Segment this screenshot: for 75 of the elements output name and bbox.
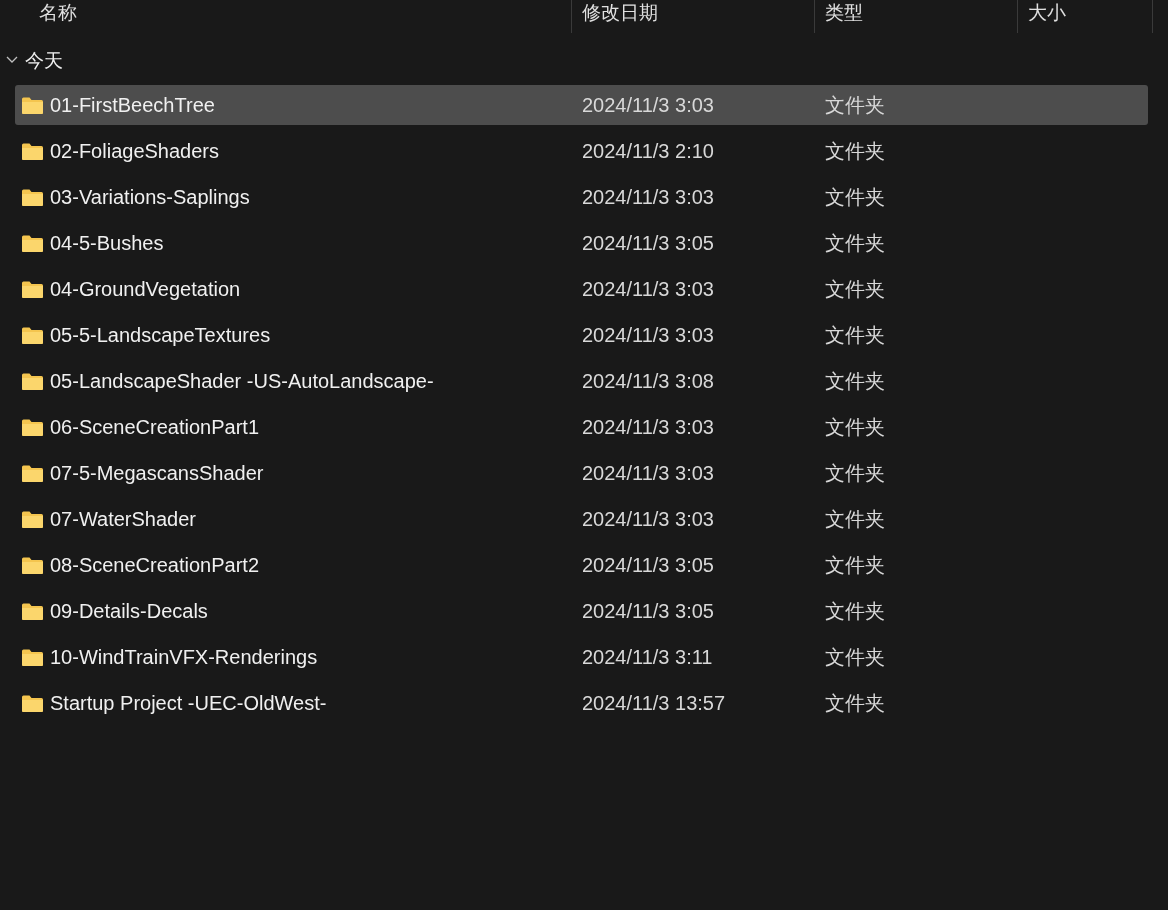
modified-date: 2024/11/3 3:03 [581,415,715,440]
file-name: 07-5-MegascansShader [50,461,264,486]
file-type: 文件夹 [824,414,885,441]
file-type: 文件夹 [824,460,885,487]
file-name: 05-LandscapeShader -US-AutoLandscape- [50,369,434,394]
folder-icon [21,141,44,161]
column-header[interactable]: 类型 [815,0,1018,33]
modified-date: 2024/11/3 3:03 [581,507,715,532]
file-type: 文件夹 [824,276,885,303]
file-name: 08-SceneCreationPart2 [50,553,259,578]
modified-date: 2024/11/3 13:57 [581,691,727,716]
modified-date: 2024/11/3 3:05 [581,231,715,256]
file-name: 10-WindTrainVFX-Renderings [50,645,318,670]
file-name: 03-Variations-Saplings [50,185,250,210]
group-header[interactable]: 今天 [25,45,63,75]
folder-icon [21,647,44,667]
folder-icon [21,693,44,713]
file-row[interactable]: 01-FirstBeechTree 2024/11/3 3:03 文件夹 [15,85,1148,125]
file-row[interactable]: 07-WaterShader 2024/11/3 3:03 文件夹 [15,499,1148,539]
file-row[interactable]: 07-5-MegascansShader 2024/11/3 3:03 文件夹 [15,453,1148,493]
file-type: 文件夹 [824,552,885,579]
file-name: 01-FirstBeechTree [50,93,215,118]
modified-date: 2024/11/3 3:05 [581,553,715,578]
folder-icon [21,325,44,345]
file-name: 04-GroundVegetation [50,277,241,302]
file-name: 05-5-LandscapeTextures [50,323,271,348]
file-row[interactable]: 02-FoliageShaders 2024/11/3 2:10 文件夹 [15,131,1148,171]
file-type: 文件夹 [824,138,885,165]
modified-date: 2024/11/3 3:03 [581,185,715,210]
modified-date: 2024/11/3 3:08 [581,369,715,394]
folder-icon [21,463,44,483]
file-row[interactable]: 08-SceneCreationPart2 2024/11/3 3:05 文件夹 [15,545,1148,585]
folder-icon [21,187,44,207]
folder-icon [21,417,44,437]
file-row[interactable]: 03-Variations-Saplings 2024/11/3 3:03 文件夹 [15,177,1148,217]
file-name: Startup Project -UEC-OldWest- [50,691,327,716]
file-row[interactable]: 04-5-Bushes 2024/11/3 3:05 文件夹 [15,223,1148,263]
folder-icon [21,509,44,529]
file-name: 07-WaterShader [50,507,196,532]
file-name: 02-FoliageShaders [50,139,219,164]
file-type: 文件夹 [824,230,885,257]
file-type: 文件夹 [824,92,885,119]
file-row[interactable]: 09-Details-Decals 2024/11/3 3:05 文件夹 [15,591,1148,631]
modified-date: 2024/11/3 3:03 [581,277,715,302]
file-row[interactable]: 06-SceneCreationPart1 2024/11/3 3:03 文件夹 [15,407,1148,447]
file-type: 文件夹 [824,644,885,671]
file-type: 文件夹 [824,322,885,349]
file-row[interactable]: 05-5-LandscapeTextures 2024/11/3 3:03 文件夹 [15,315,1148,355]
modified-date: 2024/11/3 3:03 [581,93,715,118]
folder-icon [21,95,44,115]
folder-icon [21,601,44,621]
file-row[interactable]: 10-WindTrainVFX-Renderings 2024/11/3 3:11 文件夹 [15,637,1148,677]
file-type: 文件夹 [824,598,885,625]
modified-date: 2024/11/3 3:05 [581,599,715,624]
file-type: 文件夹 [824,506,885,533]
file-type: 文件夹 [824,368,885,395]
file-name: 04-5-Bushes [50,231,164,256]
file-name: 06-SceneCreationPart1 [50,415,259,440]
column-header[interactable]: 修改日期 [572,0,815,33]
modified-date: 2024/11/3 2:10 [581,139,715,164]
folder-icon [21,555,44,575]
file-type: 文件夹 [824,690,885,717]
modified-date: 2024/11/3 3:03 [581,323,715,348]
modified-date: 2024/11/3 3:11 [581,645,714,670]
file-row[interactable]: Startup Project -UEC-OldWest- 2024/11/3 13:57 文件夹 [15,683,1148,723]
column-header[interactable]: 大小 [1018,0,1153,33]
folder-icon [21,233,44,253]
file-type: 文件夹 [824,184,885,211]
folder-icon [21,279,44,299]
file-name: 09-Details-Decals [50,599,208,624]
column-header[interactable]: 名称 [0,0,572,33]
file-row[interactable]: 05-LandscapeShader -US-AutoLandscape- 2024/11/3 3:08 文件夹 [15,361,1148,401]
folder-icon [21,371,44,391]
file-row[interactable]: 04-GroundVegetation 2024/11/3 3:03 文件夹 [15,269,1148,309]
modified-date: 2024/11/3 3:03 [581,461,715,486]
